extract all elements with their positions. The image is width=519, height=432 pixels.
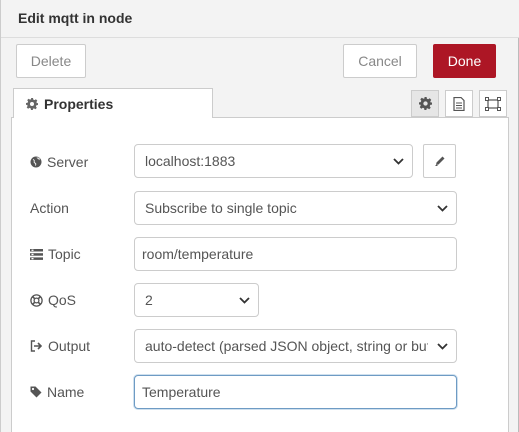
tab-properties-label: Properties: [44, 95, 114, 112]
qos-label: QoS: [48, 292, 77, 308]
gear-icon: [26, 97, 38, 110]
name-input[interactable]: Temperature: [134, 375, 457, 409]
tab-settings[interactable]: [411, 90, 439, 117]
name-row-label: Name: [30, 383, 84, 401]
cancel-button[interactable]: Cancel: [343, 44, 417, 78]
properties-form: Server localhost:1883 Action Subscribe t…: [11, 118, 509, 432]
edit-node-dialog: Edit mqtt in node Delete Cancel Done Pro…: [0, 0, 519, 432]
qos-value: 2: [145, 292, 153, 308]
chevron-down-icon: [437, 203, 448, 214]
qos-select[interactable]: 2: [134, 283, 259, 317]
name-value: Temperature: [142, 384, 221, 400]
action-value: Subscribe to single topic: [145, 200, 297, 216]
tab-bar: Properties: [11, 88, 509, 119]
tab-appearance[interactable]: [479, 90, 507, 117]
sign-out-icon: [30, 340, 43, 352]
action-row-label: Action: [30, 199, 69, 217]
document-icon: [453, 96, 465, 111]
server-select[interactable]: localhost:1883: [134, 144, 413, 178]
name-label: Name: [47, 384, 85, 400]
output-value: auto-detect (parsed JSON object, string …: [145, 338, 428, 354]
globe-icon: [30, 156, 42, 168]
topic-row-label: Topic: [30, 245, 81, 263]
topic-label: Topic: [48, 246, 81, 262]
chevron-down-icon: [239, 295, 250, 306]
done-button[interactable]: Done: [433, 44, 496, 78]
tab-properties[interactable]: Properties: [13, 88, 213, 119]
tag-icon: [30, 386, 42, 398]
chevron-down-icon: [437, 341, 448, 352]
server-value: localhost:1883: [145, 153, 236, 169]
tasks-icon: [30, 248, 43, 260]
pencil-icon: [434, 155, 446, 167]
action-label: Action: [30, 200, 69, 216]
server-row-label: Server: [30, 153, 88, 171]
gear-icon: [418, 97, 432, 110]
action-select[interactable]: Subscribe to single topic: [134, 191, 457, 225]
chevron-down-icon: [393, 156, 404, 167]
dialog-title-bar: Edit mqtt in node: [1, 0, 519, 38]
delete-button[interactable]: Delete: [16, 44, 86, 78]
output-row-label: Output: [30, 337, 90, 355]
topic-input[interactable]: room/temperature: [134, 237, 457, 271]
edit-server-button[interactable]: [423, 144, 456, 178]
server-label: Server: [47, 154, 89, 170]
qos-row-label: QoS: [30, 291, 76, 309]
life-ring-icon: [30, 293, 43, 307]
topic-value: room/temperature: [142, 246, 254, 262]
tab-description[interactable]: [445, 90, 473, 117]
output-select[interactable]: auto-detect (parsed JSON object, string …: [134, 329, 457, 363]
output-label: Output: [48, 338, 91, 354]
frame-icon: [485, 96, 501, 111]
dialog-title: Edit mqtt in node: [18, 10, 133, 26]
